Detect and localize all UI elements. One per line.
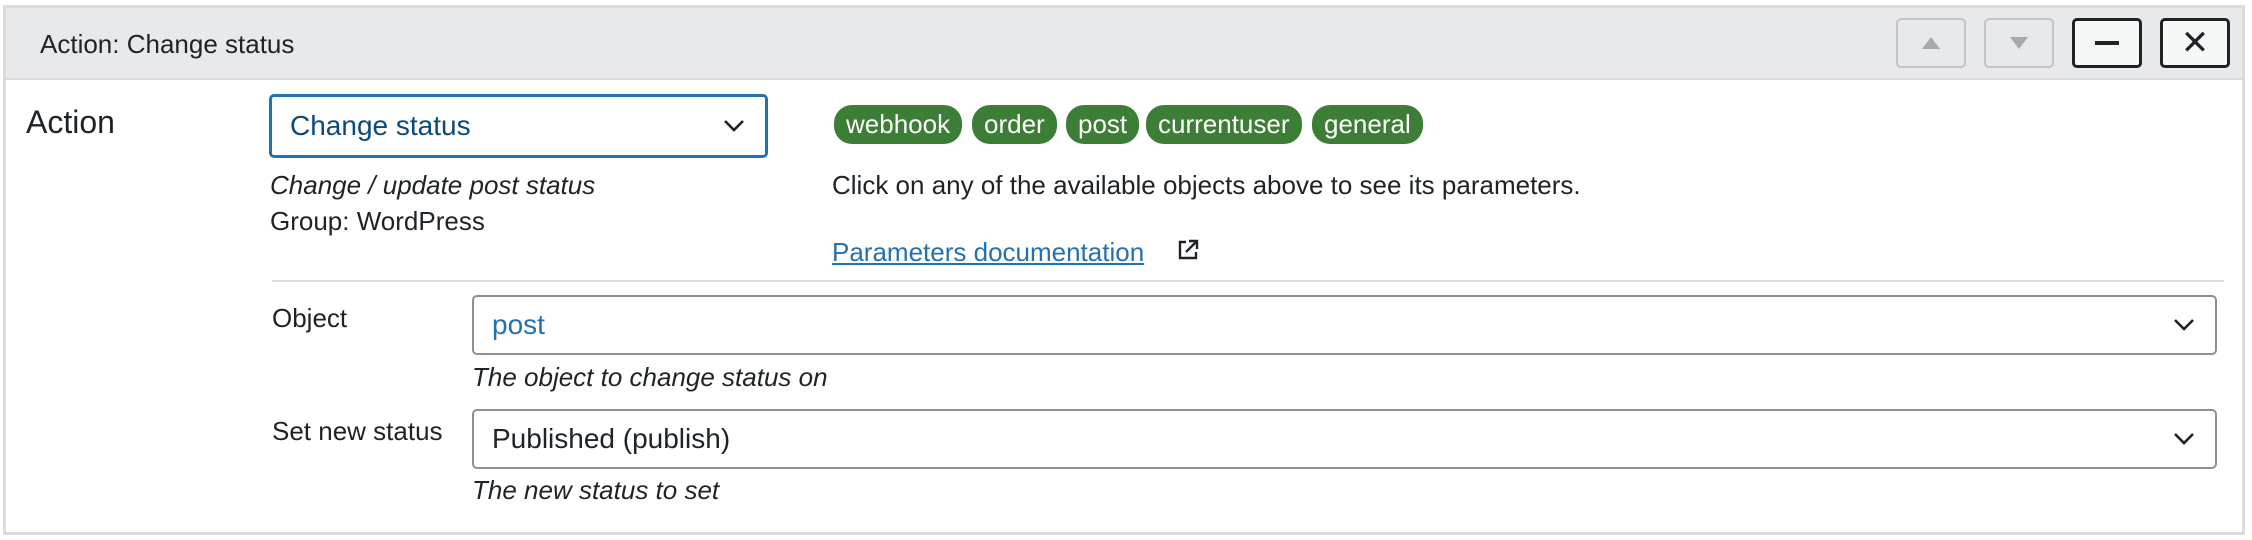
move-up-button[interactable] — [1896, 18, 1966, 68]
parameters-documentation-link[interactable]: Parameters documentation — [832, 237, 1144, 268]
status-label: Set new status — [272, 416, 443, 446]
close-button[interactable]: ✕ — [2160, 18, 2230, 68]
status-description: The new status to set — [472, 475, 720, 505]
object-tag-order[interactable]: order — [972, 105, 1057, 144]
action-group: Group: WordPress — [270, 206, 485, 236]
external-link-icon[interactable] — [1176, 238, 1200, 262]
chevron-down-icon — [724, 120, 744, 132]
panel-title: Action: Change status — [40, 29, 295, 59]
object-tag-currentuser[interactable]: currentuser — [1146, 105, 1302, 144]
triangle-down-icon — [2010, 37, 2028, 49]
chevron-down-icon — [2174, 319, 2194, 331]
object-select-value: post — [492, 309, 545, 340]
divider — [272, 280, 2224, 282]
object-description: The object to change status on — [472, 362, 828, 392]
action-select[interactable]: Change status — [269, 94, 768, 158]
action-panel: Action: Change status ✕ Action Change st… — [3, 5, 2245, 535]
close-icon: ✕ — [2180, 23, 2210, 63]
object-label: Object — [272, 303, 348, 333]
minimize-button[interactable] — [2072, 18, 2142, 68]
objects-hint: Click on any of the available objects ab… — [832, 170, 1581, 200]
object-tag-general[interactable]: general — [1312, 105, 1423, 144]
object-tag-post[interactable]: post — [1066, 105, 1140, 144]
object-tag-webhook[interactable]: webhook — [834, 105, 963, 144]
panel-header: Action: Change status ✕ — [6, 8, 2242, 80]
action-select-value: Change status — [290, 110, 471, 141]
object-select[interactable]: post — [472, 295, 2217, 355]
triangle-up-icon — [1922, 37, 1940, 49]
move-down-button[interactable] — [1984, 18, 2054, 68]
chevron-down-icon — [2174, 433, 2194, 445]
action-label: Action — [26, 104, 115, 140]
action-description: Change / update post status — [270, 170, 596, 200]
status-select[interactable]: Published (publish) — [472, 409, 2217, 469]
status-select-value: Published (publish) — [492, 423, 731, 454]
minus-icon — [2095, 41, 2119, 45]
